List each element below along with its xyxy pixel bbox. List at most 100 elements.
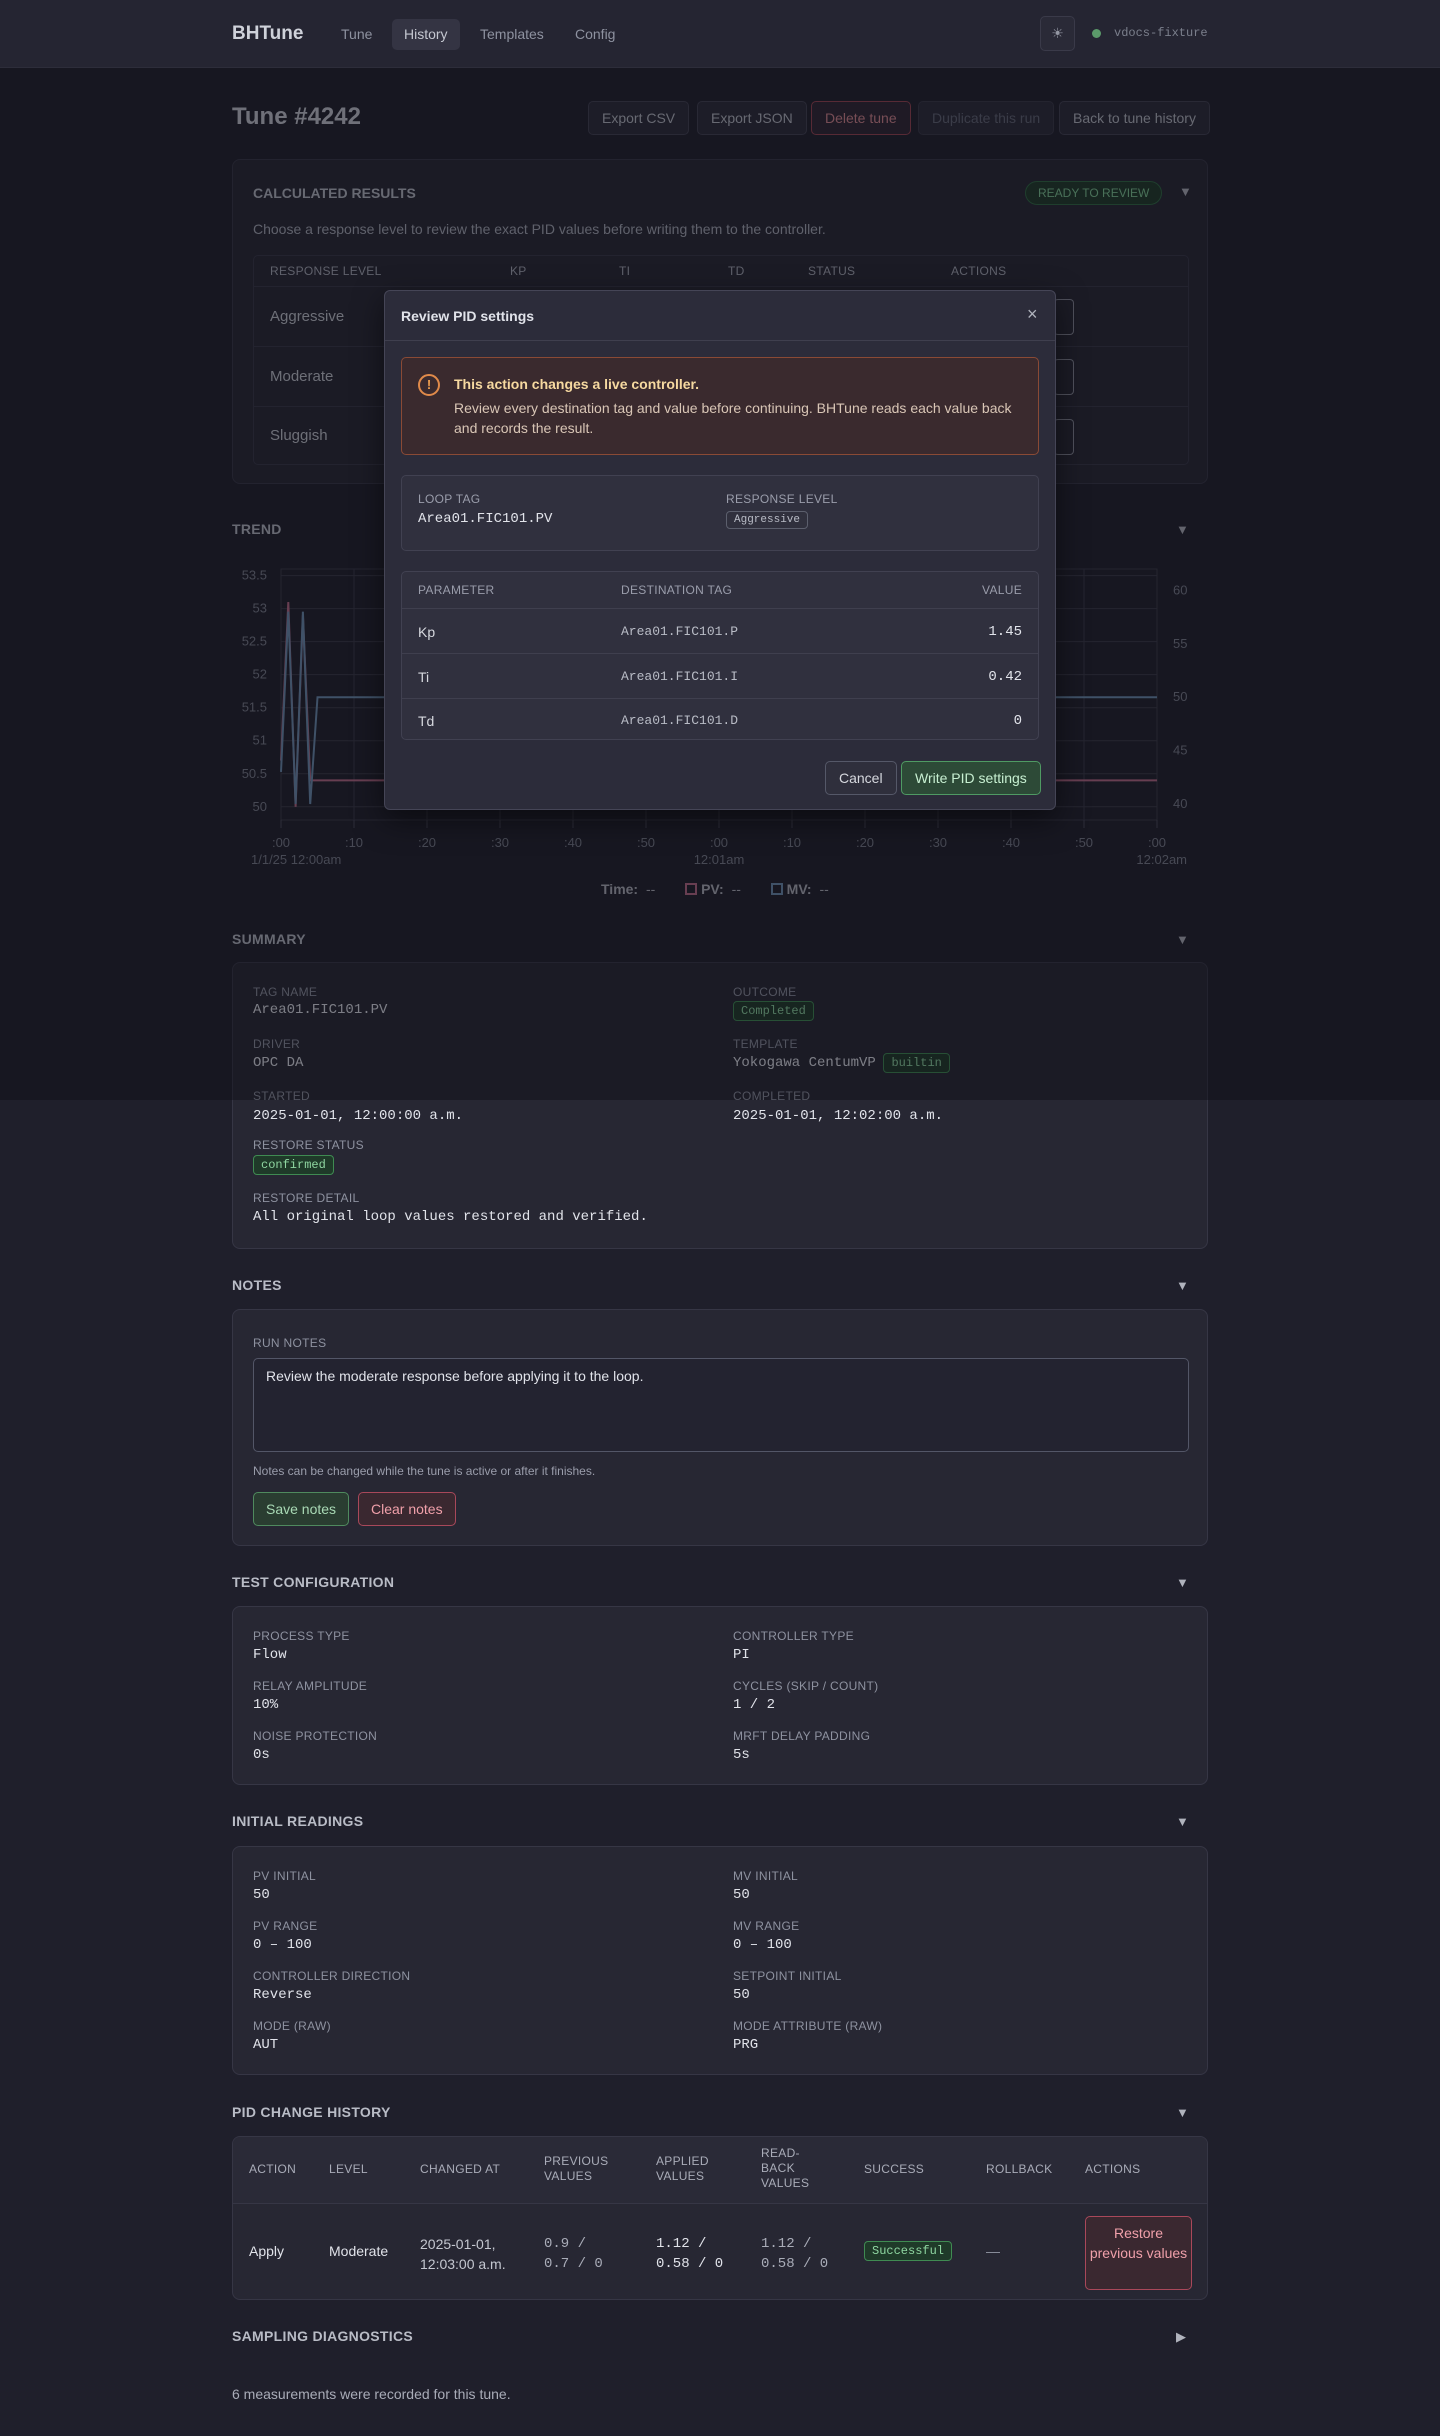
- config-label: RELAY AMPLITUDE: [253, 1679, 368, 1693]
- initial-readings-title: INITIAL READINGS: [232, 1813, 364, 1829]
- reading-value: Reverse: [253, 1987, 312, 2003]
- param-value: 0.42: [988, 669, 1022, 685]
- reading-value: 0 – 100: [733, 1937, 792, 1953]
- test-config-card: PROCESS TYPE Flow CONTROLLER TYPE PI REL…: [232, 1606, 1208, 1785]
- test-config-title: TEST CONFIGURATION: [232, 1574, 395, 1590]
- col-actions: ACTIONS: [1085, 2162, 1141, 2176]
- col-action: ACTION: [249, 2162, 297, 2176]
- history-readback: 1.12 / 0.58 / 0: [761, 2236, 829, 2272]
- response-level-badge: Aggressive: [726, 511, 809, 529]
- table-row: Td Area01.FIC101.D 0: [402, 698, 1038, 739]
- write-pid-settings-button[interactable]: Write PID settings: [901, 761, 1041, 795]
- history-changed-at: 2025-01-01, 12:03:00 a.m.: [420, 2236, 506, 2272]
- restore-status-badge: confirmed: [253, 1155, 334, 1175]
- config-value: 5s: [733, 1747, 750, 1763]
- warning-icon: !: [418, 374, 440, 396]
- dest-tag: Area01.FIC101.I: [621, 669, 739, 684]
- config-label: NOISE PROTECTION: [253, 1729, 378, 1743]
- config-label: MRFT DELAY PADDING: [733, 1729, 871, 1743]
- sampling-diagnostics-title[interactable]: SAMPLING DIAGNOSTICS: [232, 2328, 413, 2344]
- col-applied-values: APPLIED VALUES: [656, 2154, 709, 2183]
- notes-hint: Notes can be changed while the tune is a…: [253, 1464, 596, 1478]
- loop-info-box: LOOP TAG Area01.FIC101.PV RESPONSE LEVEL…: [401, 475, 1039, 551]
- completed-value: 2025-01-01, 12:02:00 a.m.: [733, 1108, 944, 1124]
- col-parameter: PARAMETER: [418, 583, 495, 597]
- chevron-down-icon[interactable]: ▼: [1176, 1575, 1189, 1590]
- chevron-down-icon[interactable]: ▼: [1176, 2105, 1189, 2120]
- col-previous-values: PREVIOUS VALUES: [544, 2154, 609, 2183]
- param-name: Ti: [418, 669, 430, 685]
- clear-notes-button[interactable]: Clear notes: [358, 1492, 456, 1526]
- reading-label: MODE (RAW): [253, 2019, 331, 2033]
- config-label: CONTROLLER TYPE: [733, 1629, 854, 1643]
- warning-text: Review every destination tag and value b…: [454, 400, 1012, 436]
- param-name: Kp: [418, 624, 436, 640]
- pid-values-table: PARAMETER DESTINATION TAG VALUE Kp Area0…: [401, 571, 1039, 740]
- config-label: CYCLES (SKIP / COUNT): [733, 1679, 879, 1693]
- chevron-down-icon[interactable]: ▼: [1176, 1814, 1189, 1829]
- reading-value: 0 – 100: [253, 1937, 312, 1953]
- history-rollback: —: [986, 2243, 1000, 2259]
- reading-label: CONTROLLER DIRECTION: [253, 1969, 411, 1983]
- warning-callout: ! This action changes a live controller.…: [401, 357, 1039, 455]
- reading-label: MV INITIAL: [733, 1869, 799, 1883]
- config-label: PROCESS TYPE: [253, 1629, 350, 1643]
- config-value: 1 / 2: [733, 1697, 776, 1713]
- col-readback-values: READ-BACK VALUES: [761, 2146, 810, 2190]
- reading-label: PV INITIAL: [253, 1869, 317, 1883]
- history-applied: 1.12 / 0.58 / 0: [656, 2236, 724, 2272]
- dest-tag: Area01.FIC101.D: [621, 713, 739, 728]
- chevron-down-icon[interactable]: ▼: [1176, 1278, 1189, 1293]
- reading-label: MODE ATTRIBUTE (RAW): [733, 2019, 883, 2033]
- notes-card: RUN NOTES Review the moderate response b…: [232, 1309, 1208, 1546]
- col-changed-at: CHANGED AT: [420, 2162, 501, 2176]
- col-destination-tag: DESTINATION TAG: [621, 583, 733, 597]
- dest-tag: Area01.FIC101.P: [621, 624, 739, 639]
- run-notes-label: RUN NOTES: [253, 1336, 327, 1350]
- restore-detail-value: All original loop values restored and ve…: [253, 1209, 648, 1225]
- sampling-text: 6 measurements were recorded for this tu…: [232, 2386, 511, 2402]
- col-level: LEVEL: [329, 2162, 368, 2176]
- success-badge: Successful: [864, 2241, 953, 2261]
- restore-status-label: RESTORE STATUS: [253, 1138, 364, 1152]
- col-rollback: ROLLBACK: [986, 2162, 1053, 2176]
- pid-history-title: PID CHANGE HISTORY: [232, 2104, 391, 2120]
- close-icon[interactable]: ×: [1027, 304, 1038, 325]
- history-previous: 0.9 / 0.7 / 0: [544, 2236, 603, 2272]
- reading-label: SETPOINT INITIAL: [733, 1969, 842, 1983]
- reading-value: PRG: [733, 2037, 759, 2053]
- config-value: Flow: [253, 1647, 287, 1663]
- param-name: Td: [418, 713, 435, 729]
- col-success: SUCCESS: [864, 2162, 925, 2176]
- loop-tag-value: Area01.FIC101.PV: [418, 511, 553, 527]
- restore-previous-values-button[interactable]: Restore previous values: [1085, 2216, 1192, 2290]
- review-pid-modal: Review PID settings × ! This action chan…: [384, 290, 1056, 810]
- warning-title: This action changes a live controller.: [454, 376, 700, 392]
- cancel-button[interactable]: Cancel: [825, 761, 897, 795]
- started-value: 2025-01-01, 12:00:00 a.m.: [253, 1108, 464, 1124]
- loop-tag-label: LOOP TAG: [418, 492, 481, 506]
- config-value: 0s: [253, 1747, 270, 1763]
- table-row: Ti Area01.FIC101.I 0.42: [402, 653, 1038, 698]
- config-value: PI: [733, 1647, 750, 1663]
- table-row: Apply Moderate 2025-01-01, 12:03:00 a.m.…: [233, 2203, 1207, 2299]
- chevron-right-icon[interactable]: ▶: [1176, 2329, 1186, 2345]
- run-notes-textarea[interactable]: Review the moderate response before appl…: [253, 1358, 1189, 1452]
- config-value: 10%: [253, 1697, 279, 1713]
- initial-readings-card: PV INITIAL 50 MV INITIAL 50 PV RANGE 0 –…: [232, 1846, 1208, 2075]
- modal-title: Review PID settings: [401, 308, 535, 324]
- reading-value: 50: [253, 1887, 270, 1903]
- reading-value: 50: [733, 1887, 750, 1903]
- col-value: VALUE: [982, 583, 1022, 597]
- reading-label: PV RANGE: [253, 1919, 318, 1933]
- restore-detail-label: RESTORE DETAIL: [253, 1191, 360, 1205]
- reading-label: MV RANGE: [733, 1919, 800, 1933]
- param-value: 1.45: [988, 624, 1022, 640]
- param-value: 0: [1013, 713, 1022, 729]
- history-level: Moderate: [329, 2243, 389, 2259]
- save-notes-button[interactable]: Save notes: [253, 1492, 350, 1526]
- pid-history-card: ACTION LEVEL CHANGED AT PREVIOUS VALUES …: [232, 2136, 1208, 2300]
- response-level-label: RESPONSE LEVEL: [726, 492, 838, 506]
- notes-title: NOTES: [232, 1277, 282, 1293]
- reading-value: AUT: [253, 2037, 279, 2053]
